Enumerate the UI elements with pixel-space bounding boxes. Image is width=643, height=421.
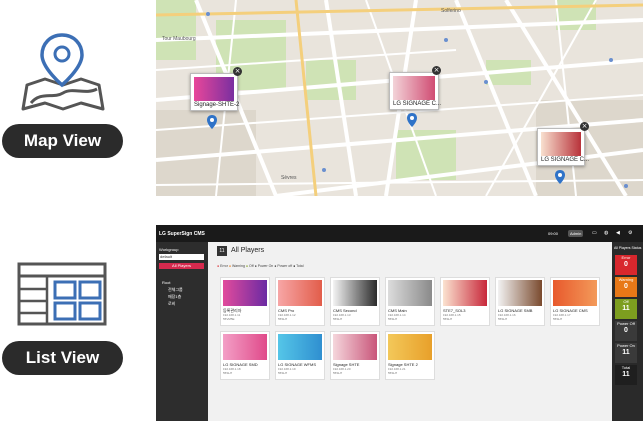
- map-popup-label: LG SIGNAGE C...: [541, 157, 590, 163]
- tree-item[interactable]: 전체그룹: [168, 287, 183, 293]
- player-card[interactable]: CMS Pro 192.168.1.12 55SH7: [275, 277, 325, 326]
- list-grid-icon: [17, 262, 107, 326]
- map-pin-icon[interactable]: [407, 113, 417, 127]
- content-thumbnail: [541, 132, 581, 156]
- close-icon[interactable]: ×: [233, 67, 242, 76]
- map-view-button[interactable]: Map View: [2, 124, 123, 158]
- player-card[interactable]: 등록관리자 192.168.1.11 55VM5E: [220, 277, 270, 326]
- status-panel-title: All Players Status: [614, 246, 642, 250]
- notification-icon[interactable]: ◍: [604, 230, 608, 236]
- player-card[interactable]: CMS Main 192.168.1.14 55SH7: [385, 277, 435, 326]
- map-pin-icon[interactable]: [207, 115, 217, 129]
- player-card[interactable]: CMS Second 192.168.1.13 55SH7: [330, 277, 380, 326]
- status-warning[interactable]: Warning 0: [615, 277, 637, 297]
- content-thumbnail: [393, 76, 435, 100]
- status-error[interactable]: Error 0: [615, 255, 637, 275]
- map-pin-icon: [21, 33, 105, 111]
- player-card[interactable]: LG SIGNAGE WFMS 192.168.1.19 55SH7: [275, 331, 325, 380]
- player-card[interactable]: STE7_SOL3 192.168.1.15 55SH7: [440, 277, 490, 326]
- section-title: All Players: [231, 247, 265, 254]
- user-badge[interactable]: Admin: [568, 230, 584, 237]
- count-badge: 11: [217, 246, 227, 256]
- street-label: Solferino: [441, 8, 461, 14]
- status-off[interactable]: Off 11: [615, 299, 637, 319]
- map-popup[interactable]: LG SIGNAGE C...: [537, 128, 589, 166]
- content-thumbnail: [194, 77, 234, 101]
- map-popup-label: LG SIGNAGE C...: [393, 101, 442, 107]
- list-view-button[interactable]: List View: [2, 341, 123, 375]
- close-icon[interactable]: ×: [580, 122, 589, 131]
- status-total[interactable]: Total 11: [615, 365, 637, 385]
- map-view[interactable]: Tour Maubourg Solferino Sèvres Signage-S…: [156, 0, 643, 196]
- status-power-off[interactable]: Power Off 0: [615, 321, 637, 341]
- player-card[interactable]: LG SIGNAGE SMB 192.168.1.16 55SH7: [495, 277, 545, 326]
- all-players-button[interactable]: All Players: [159, 263, 204, 269]
- tree-item[interactable]: Root: [162, 280, 170, 285]
- clock: 09:00: [548, 231, 559, 236]
- workgroup-select[interactable]: default: [159, 254, 204, 260]
- player-card[interactable]: Signage SHTE 192.168.1.20 55SH7: [330, 331, 380, 380]
- settings-icon[interactable]: ⚙: [628, 230, 632, 236]
- status-filters[interactable]: ● Error ● Warning ● Off ● Power On ● Pow…: [217, 264, 304, 268]
- top-bar: LG SuperSign CMS 09:00 Admin ▭ ◍ ◀ ⚙: [156, 225, 643, 242]
- map-popup[interactable]: Signage-SHTE-2: [190, 73, 240, 111]
- list-view-app: LG SuperSign CMS 09:00 Admin ▭ ◍ ◀ ⚙ Wor…: [156, 225, 643, 421]
- player-card[interactable]: LG SIGNAGE SMD 192.168.1.18 55SH7: [220, 331, 270, 380]
- map-popup-label: Signage-SHTE-2: [194, 102, 240, 108]
- app-logo: LG SuperSign CMS: [159, 231, 205, 237]
- tree-item[interactable]: 매장1층: [168, 294, 181, 300]
- status-power-on[interactable]: Power On 11: [615, 343, 637, 363]
- workgroup-label: Workgroup: [159, 247, 179, 252]
- sidebar: Workgroup default All Players Root 전체그룹 …: [156, 242, 208, 421]
- volume-icon[interactable]: ◀: [616, 230, 620, 236]
- tree-item[interactable]: 로비: [168, 301, 175, 307]
- close-icon[interactable]: ×: [432, 66, 441, 75]
- street-label: Sèvres: [281, 175, 297, 181]
- street-label: Tour Maubourg: [162, 36, 196, 42]
- player-card[interactable]: Signage SHTE 2 192.168.1.21 55SH7: [385, 331, 435, 380]
- map-popup[interactable]: LG SIGNAGE C...: [389, 72, 442, 110]
- player-card[interactable]: LG SIGNAGE CMS 192.168.1.17 55SH7: [550, 277, 600, 326]
- message-icon[interactable]: ▭: [592, 230, 597, 236]
- map-pin-icon[interactable]: [555, 170, 565, 184]
